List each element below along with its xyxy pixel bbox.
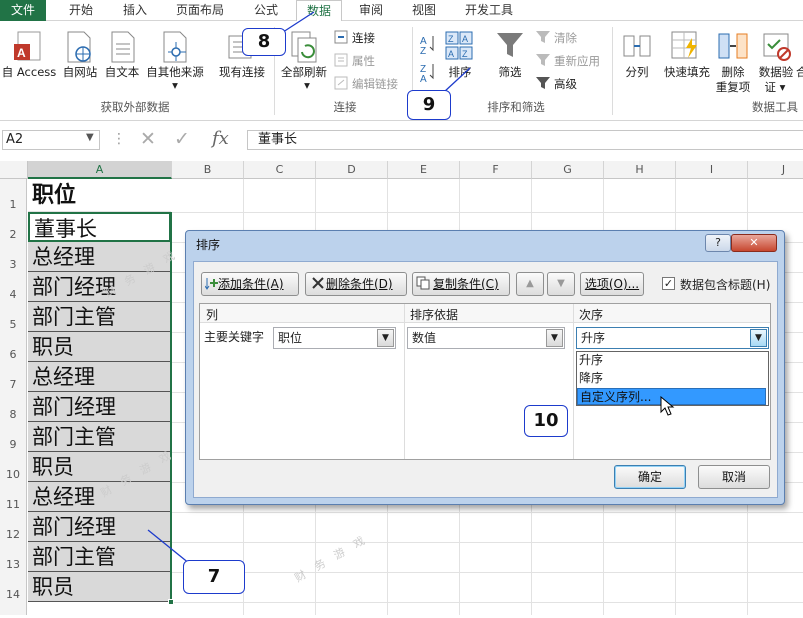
delete-x-icon <box>312 277 324 289</box>
header-checkbox[interactable]: ✓ <box>662 277 675 290</box>
sort-column-value: 职位 <box>278 331 303 345</box>
order-header-label: 次序 <box>579 308 604 322</box>
order-option-ascending[interactable]: 升序 <box>577 352 766 369</box>
callout-7: 7 <box>183 560 245 594</box>
cancel-button[interactable]: 取消 <box>698 465 770 489</box>
options-label: 选项(O)... <box>584 277 640 291</box>
dialog-help-button[interactable]: ? <box>705 234 731 252</box>
add-sort-level-icon <box>205 278 218 290</box>
options-button[interactable]: 选项(O)... <box>580 272 644 296</box>
move-up-button[interactable]: ▲ <box>516 272 544 296</box>
callout-8: 8 <box>242 28 286 56</box>
move-down-button[interactable]: ▼ <box>547 272 575 296</box>
ok-button[interactable]: 确定 <box>614 465 686 489</box>
mouse-cursor-icon <box>660 396 675 416</box>
copy-level-label: 复制条件(C) <box>433 277 499 291</box>
callout-10: 10 <box>524 405 568 437</box>
order-option-descending[interactable]: 降序 <box>577 370 766 387</box>
column-header-label: 列 <box>206 308 219 322</box>
sort-on-header-label: 排序依据 <box>410 308 459 322</box>
primary-key-label: 主要关键字 <box>204 330 265 344</box>
callout-9: 9 <box>407 90 451 120</box>
dialog-close-button[interactable]: ✕ <box>731 234 777 252</box>
dialog-title: 排序 <box>196 238 221 252</box>
chevron-down-icon: ▼ <box>546 329 563 347</box>
sort-on-value: 数值 <box>412 331 437 345</box>
delete-level-label: 删除条件(D) <box>326 277 393 291</box>
sort-column-select[interactable]: 职位 ▼ <box>273 327 396 349</box>
table-divider <box>573 304 574 459</box>
chevron-down-icon: ▼ <box>750 329 767 347</box>
table-divider <box>404 304 405 459</box>
copy-icon <box>416 276 430 290</box>
chevron-down-icon: ▼ <box>377 329 394 347</box>
sort-on-select[interactable]: 数值 ▼ <box>407 327 565 349</box>
sort-levels-header <box>200 304 770 323</box>
order-value: 升序 <box>581 331 606 345</box>
header-checkbox-label: 数据包含标题(H) <box>680 278 771 292</box>
add-level-label: 添加条件(A) <box>218 277 284 291</box>
order-select[interactable]: 升序 ▼ <box>576 327 769 349</box>
